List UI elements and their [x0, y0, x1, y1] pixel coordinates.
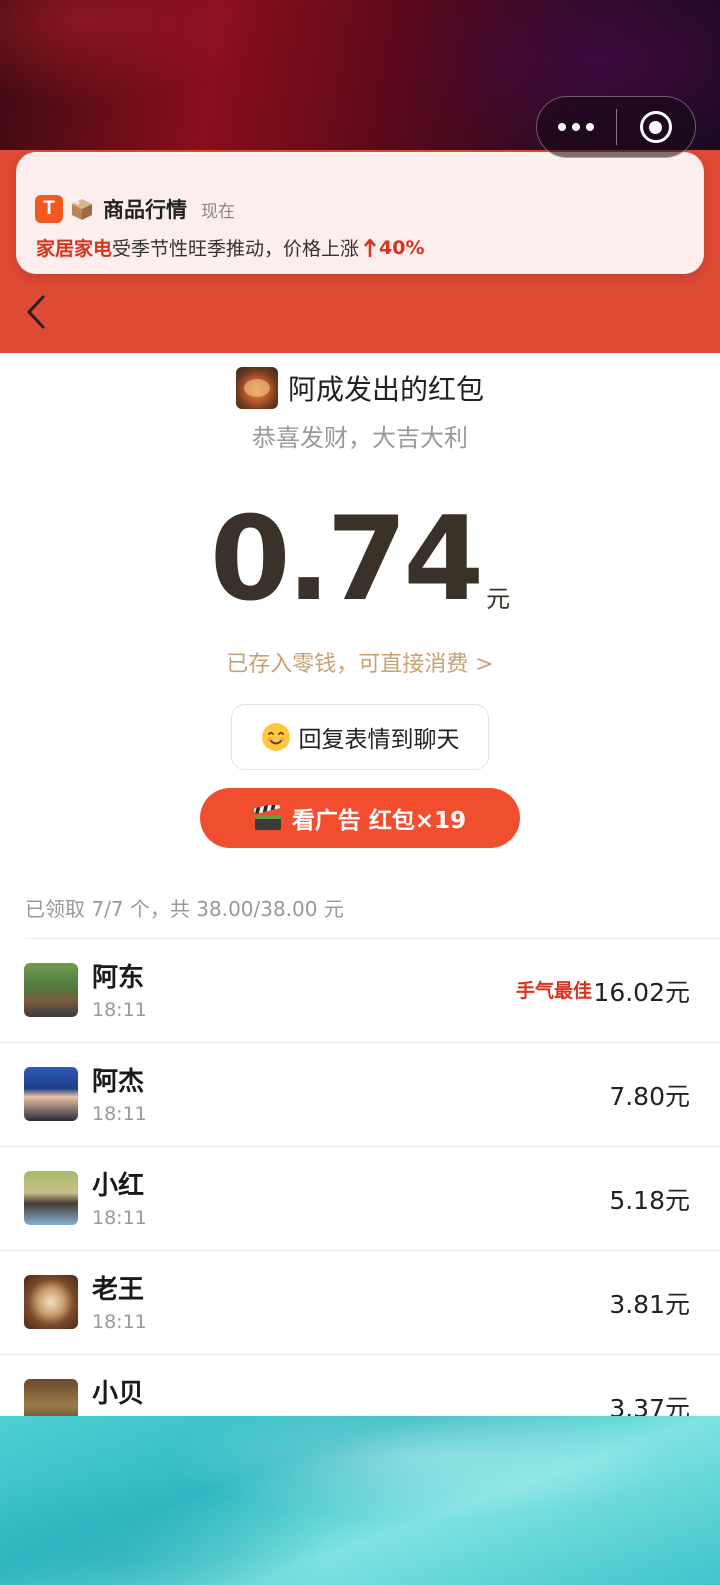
sender-row: 阿成发出的红包: [0, 366, 720, 410]
recipient-amount: 16.02元: [593, 978, 690, 1007]
sender-avatar: [235, 367, 278, 409]
recipient-name: 小贝: [92, 1379, 145, 1409]
reply-button-label: 回复表情到聊天: [298, 727, 460, 753]
arrow-up-icon: [364, 238, 377, 257]
package-box-icon: [69, 196, 95, 222]
back-arrow-icon: [27, 295, 45, 329]
list-item[interactable]: 老王 18:11 3.81元: [0, 1251, 720, 1355]
recipient-amount: 7.80元: [609, 1082, 690, 1111]
recipient-amount: 3.81元: [609, 1290, 690, 1319]
list-item[interactable]: 小红 18:11 5.18元: [0, 1147, 720, 1251]
notification-header: T 商品行情 现在: [35, 195, 235, 223]
notification-body: 家居家电 受季节性旺季推动，价格上涨 40%: [36, 234, 425, 261]
avatar: [24, 963, 78, 1017]
red-packet-detail-page: T 商品行情 现在 家居家电 受季节性旺季推动，价格上涨 40% 阿成发出的红包…: [0, 0, 720, 1585]
notification-text: 受季节性旺季推动，价格上涨: [112, 238, 360, 260]
avatar: [24, 1067, 78, 1121]
ad-button-label: 看广告 红包×19: [291, 808, 467, 834]
amount-unit: 元: [486, 585, 511, 613]
clapperboard-icon: [253, 805, 281, 830]
recipient-time: 18:11: [92, 1311, 147, 1333]
recipient-time: 18:11: [92, 1103, 147, 1125]
notification-title: 商品行情: [103, 198, 187, 222]
recipient-time: 18:11: [92, 999, 147, 1021]
list-item[interactable]: 阿东 18:11 手气最佳 16.02元: [0, 939, 720, 1043]
recipient-name: 小红: [92, 1171, 145, 1201]
avatar: [24, 1171, 78, 1225]
recipient-name: 老王: [92, 1275, 145, 1305]
watch-ad-button[interactable]: 看广告 红包×19: [200, 788, 520, 848]
avatar: [24, 1275, 78, 1329]
close-circle-icon[interactable]: [617, 97, 696, 157]
notification-time: 现在: [201, 201, 235, 222]
notification-change: 40%: [379, 236, 425, 259]
wallet-link[interactable]: 已存入零钱，可直接消费 >: [0, 646, 720, 678]
wallpaper-bottom: [0, 1416, 720, 1585]
app-badge-icon: T: [35, 195, 63, 223]
notification-banner[interactable]: T 商品行情 现在 家居家电 受季节性旺季推动，价格上涨 40%: [16, 152, 704, 274]
sender-title: 阿成发出的红包: [287, 373, 484, 406]
more-icon[interactable]: [537, 97, 616, 157]
recipient-list: 阿东 18:11 手气最佳 16.02元 阿杰 18:11 7.80元 小红 1…: [0, 939, 720, 1459]
amount-value: 0.74: [209, 492, 484, 627]
recipient-amount: 5.18元: [609, 1186, 690, 1215]
greeting-text: 恭喜发财，大吉大利: [252, 424, 468, 452]
recipient-time: 18:11: [92, 1207, 147, 1229]
back-button[interactable]: [18, 292, 54, 332]
reply-emoji-button[interactable]: 回复表情到聊天: [231, 704, 489, 770]
recipient-name: 阿杰: [92, 1067, 145, 1097]
smile-emoji-icon: [261, 723, 290, 751]
miniapp-capsule: [536, 96, 696, 158]
best-luck-badge: 手气最佳: [515, 980, 592, 1002]
notification-highlight: 家居家电: [36, 238, 113, 260]
received-amount: 0.74 元: [0, 500, 720, 620]
list-item[interactable]: 阿杰 18:11 7.80元: [0, 1043, 720, 1147]
recipient-name: 阿东: [92, 963, 145, 993]
claim-summary: 已领取 7/7 个，共 38.00/38.00 元: [25, 897, 344, 921]
